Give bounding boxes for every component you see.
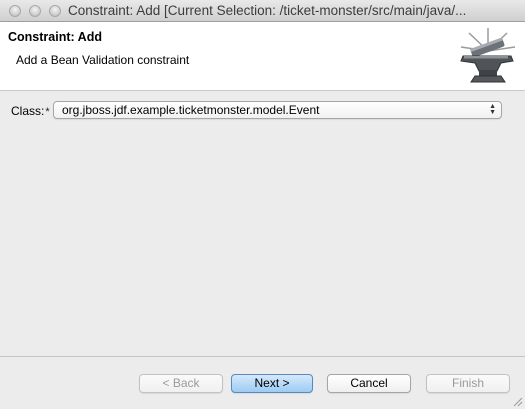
minimize-window-button[interactable] xyxy=(29,5,41,17)
wizard-banner: Constraint: Add Add a Bean Validation co… xyxy=(0,22,525,91)
class-select[interactable]: org.jboss.jdf.example.ticketmonster.mode… xyxy=(53,101,502,119)
class-field-label: Class:* xyxy=(11,104,50,118)
required-asterisk: * xyxy=(45,106,50,118)
cancel-button[interactable]: Cancel xyxy=(327,374,411,393)
class-select-value: org.jboss.jdf.example.ticketmonster.mode… xyxy=(62,103,320,117)
title-bar[interactable]: Constraint: Add [Current Selection: /tic… xyxy=(0,0,525,22)
wizard-description: Add a Bean Validation constraint xyxy=(16,53,190,67)
button-bar-separator xyxy=(0,356,525,357)
back-button[interactable]: < Back xyxy=(139,374,223,393)
resize-grip-icon[interactable] xyxy=(512,396,523,407)
close-window-button[interactable] xyxy=(9,5,21,17)
window-title: Constraint: Add [Current Selection: /tic… xyxy=(68,3,467,18)
finish-button[interactable]: Finish xyxy=(426,374,510,393)
zoom-window-button[interactable] xyxy=(49,5,61,17)
select-updown-arrows-icon: ▲ ▼ xyxy=(489,103,496,116)
anvil-wizard-icon xyxy=(455,25,521,89)
next-button[interactable]: Next > xyxy=(231,374,313,393)
class-label-text: Class: xyxy=(11,104,45,118)
wizard-title: Constraint: Add xyxy=(8,30,102,44)
